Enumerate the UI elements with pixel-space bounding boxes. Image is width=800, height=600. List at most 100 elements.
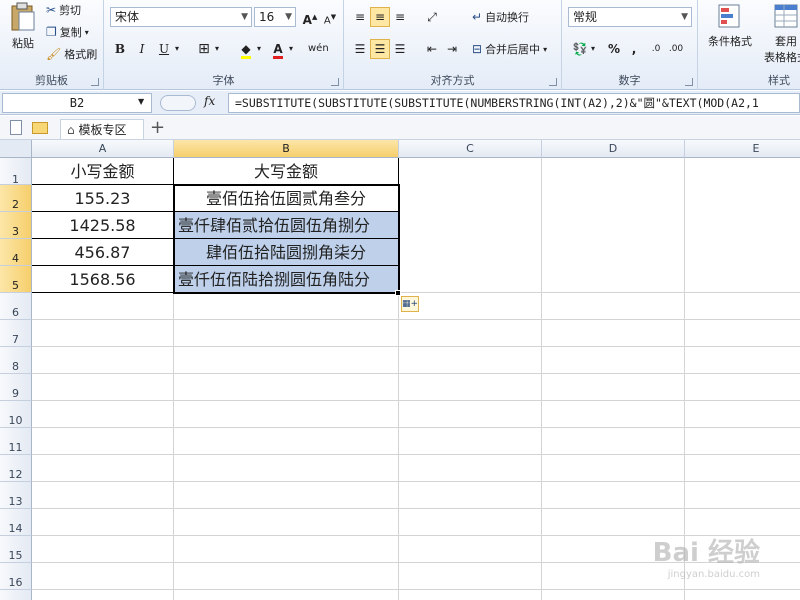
font-name-value: 宋体 — [115, 10, 140, 24]
folder-icon[interactable] — [32, 122, 48, 134]
cell-a4[interactable]: 456.87 — [32, 239, 174, 266]
row-header-15[interactable]: 15 — [0, 536, 32, 563]
row-header-2[interactable]: 2 — [0, 185, 32, 212]
alignment-launcher-icon[interactable] — [549, 78, 557, 86]
tab-template-zone[interactable]: ⌂ 模板专区 — [60, 119, 144, 139]
copy-label: 复制 — [59, 26, 82, 39]
gridline — [32, 481, 800, 482]
shrink-font-button[interactable]: A▼ — [320, 7, 340, 27]
copy-icon: ❐ — [46, 25, 57, 39]
cell-a1[interactable]: 小写金额 — [32, 158, 174, 185]
row-header-17[interactable] — [0, 590, 32, 600]
merge-center-label: 合并后居中 — [485, 43, 541, 56]
align-right-icon[interactable]: ☰ — [390, 39, 410, 59]
row-header-1[interactable]: 1 — [0, 158, 32, 186]
italic-button[interactable]: I — [132, 39, 152, 59]
currency-icon[interactable]: 💱 — [570, 39, 590, 59]
cut-button[interactable]: ✂ 剪切 — [46, 2, 81, 18]
currency-dropdown[interactable]: ▾ — [588, 39, 598, 59]
copy-button[interactable]: ❐ 复制 ▾ — [46, 24, 89, 40]
column-header-b[interactable]: B — [174, 140, 399, 158]
align-middle-icon[interactable]: ≡ — [370, 7, 390, 27]
fill-color-dropdown[interactable]: ▾ — [254, 39, 264, 59]
align-bottom-icon[interactable]: ≡ — [390, 7, 410, 27]
underline-button[interactable]: U — [154, 39, 174, 59]
wrap-text-button[interactable]: ↵ 自动换行 — [472, 9, 529, 25]
column-header-e[interactable]: E — [685, 140, 800, 158]
font-color-icon[interactable]: A — [268, 39, 288, 59]
row-header-11[interactable]: 11 — [0, 428, 32, 455]
font-size-select[interactable]: 16 ▼ — [254, 7, 296, 27]
font-launcher-icon[interactable] — [331, 78, 339, 86]
row-header-14[interactable]: 14 — [0, 509, 32, 536]
bold-button[interactable]: B — [110, 39, 130, 59]
formula-bar: B2 ▼ fx =SUBSTITUTE(SUBSTITUTE(SUBSTITUT… — [0, 91, 800, 115]
paste-button[interactable]: 粘贴 — [6, 2, 40, 51]
column-header-a[interactable]: A — [32, 140, 174, 158]
borders-dropdown[interactable]: ▾ — [212, 39, 222, 59]
conditional-format-icon — [718, 4, 740, 28]
fill-color-icon[interactable]: ◆ — [236, 39, 256, 59]
autofill-options-icon[interactable]: ▦+ — [401, 296, 419, 312]
cell-a3[interactable]: 1425.58 — [32, 212, 174, 239]
increase-decimal-icon[interactable]: .0 — [646, 39, 666, 59]
merge-icon: ⊟ — [472, 42, 483, 56]
decrease-indent-icon[interactable]: ⇤ — [422, 39, 442, 59]
paste-label: 粘贴 — [12, 37, 34, 50]
borders-icon[interactable]: ⊞ — [194, 39, 214, 59]
conditional-format-button[interactable]: 条件格式 — [702, 2, 758, 49]
row-header-10[interactable]: 10 — [0, 401, 32, 428]
format-as-table-icon — [774, 4, 798, 28]
merge-center-button[interactable]: ⊟ 合并后居中 ▾ — [472, 41, 547, 57]
row-header-4[interactable]: 4 — [0, 239, 32, 266]
styles-group: 条件格式 套用 表格格式 样式 — [698, 0, 800, 90]
conditional-format-label: 条件格式 — [708, 35, 752, 48]
watermark-brand: Bai 经验 — [652, 538, 760, 568]
grow-font-button[interactable]: A▲ — [300, 7, 320, 27]
align-center-icon[interactable]: ☰ — [370, 39, 390, 59]
row-header-16[interactable]: 16 — [0, 563, 32, 590]
increase-indent-icon[interactable]: ⇥ — [442, 39, 462, 59]
orientation-icon[interactable]: ⤢ — [422, 7, 442, 27]
gridline — [32, 427, 800, 428]
row-header-9[interactable]: 9 — [0, 374, 32, 401]
select-all-corner[interactable] — [0, 140, 32, 158]
format-as-table-button[interactable]: 套用 表格格式 — [758, 2, 800, 65]
clipboard-launcher-icon[interactable] — [91, 78, 99, 86]
format-painter-button[interactable]: 🖌 格式刷 — [46, 46, 97, 62]
gridline — [32, 373, 800, 374]
column-header-d[interactable]: D — [542, 140, 685, 158]
add-tab-button[interactable]: + — [150, 118, 165, 138]
cell-b1[interactable]: 大写金额 — [174, 158, 399, 185]
underline-dropdown[interactable]: ▾ — [172, 39, 182, 59]
align-top-icon[interactable]: ≡ — [350, 7, 370, 27]
function-icon[interactable]: fx — [204, 94, 215, 108]
align-left-icon[interactable]: ☰ — [350, 39, 370, 59]
row-header-6[interactable]: 6 — [0, 293, 32, 320]
cell-a2[interactable]: 155.23 — [32, 185, 174, 212]
formula-input[interactable]: =SUBSTITUTE(SUBSTITUTE(SUBSTITUTE(NUMBER… — [228, 93, 800, 113]
name-box-dropdown-icon[interactable]: ▼ — [138, 97, 144, 106]
number-group-label: 数字 — [618, 74, 641, 87]
number-launcher-icon[interactable] — [685, 78, 693, 86]
watermark-logo: Bai 经验 jingyan.baidu.com — [653, 532, 760, 580]
number-format-select[interactable]: 常规 ▼ — [568, 7, 692, 27]
row-header-13[interactable]: 13 — [0, 482, 32, 509]
row-header-3[interactable]: 3 — [0, 212, 32, 239]
font-color-dropdown[interactable]: ▾ — [286, 39, 296, 59]
column-header-c[interactable]: C — [399, 140, 542, 158]
row-header-8[interactable]: 8 — [0, 347, 32, 374]
comma-button[interactable]: , — [624, 39, 644, 59]
font-name-select[interactable]: 宋体 ▼ — [110, 7, 252, 27]
paste-icon — [11, 2, 35, 31]
name-box[interactable]: B2 — [2, 93, 152, 113]
row-header-7[interactable]: 7 — [0, 320, 32, 347]
new-file-icon[interactable] — [10, 120, 22, 135]
row-header-5[interactable]: 5 — [0, 266, 32, 293]
phonetic-icon[interactable]: wén — [308, 39, 329, 59]
gridline — [32, 589, 800, 590]
percent-button[interactable]: % — [604, 39, 624, 59]
row-header-12[interactable]: 12 — [0, 455, 32, 482]
cell-a5[interactable]: 1568.56 — [32, 266, 174, 293]
decrease-decimal-icon[interactable]: .00 — [666, 39, 686, 59]
